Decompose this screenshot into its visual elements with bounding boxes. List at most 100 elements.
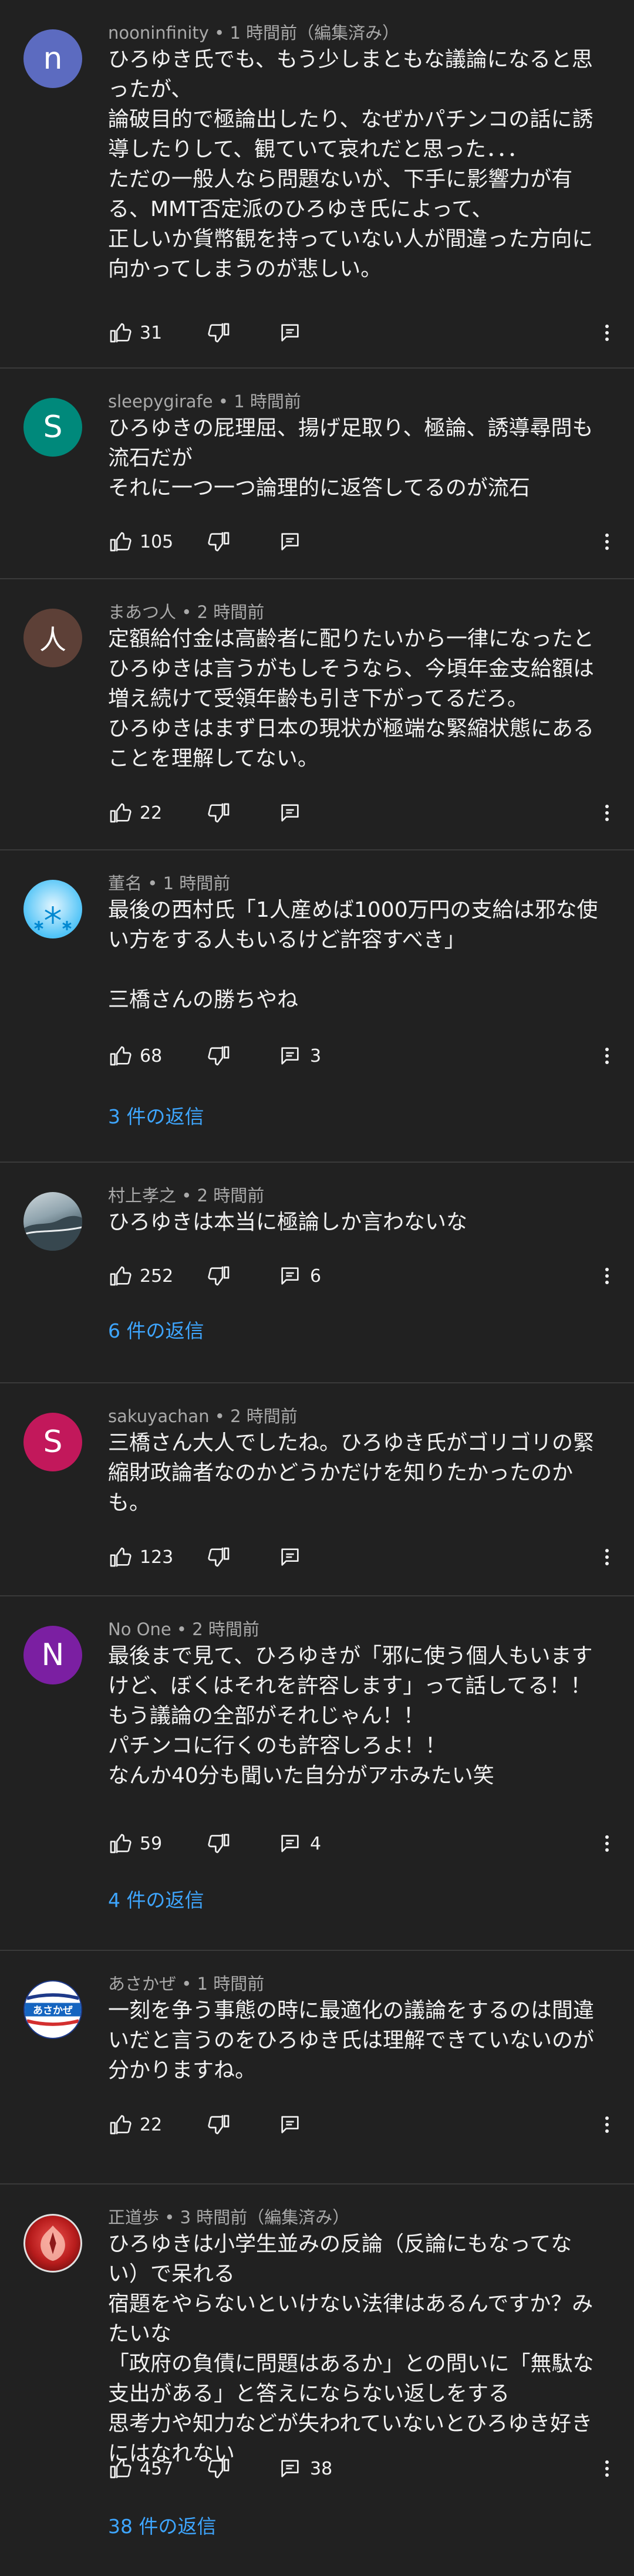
like-button[interactable]: 105 (108, 524, 208, 559)
like-button[interactable]: 31 (108, 315, 208, 350)
like-button[interactable]: 252 (108, 1258, 208, 1294)
comment-body: 正道歩 • 3 時間前（編集済み） ひろゆきは小学生並みの反論（反論にもなってな… (108, 2206, 599, 2469)
comment-actions: 457 38 (108, 2451, 332, 2486)
dislike-button[interactable] (208, 1258, 278, 1294)
thumbs-up-icon (110, 1834, 131, 1853)
avatar[interactable] (23, 2214, 82, 2273)
comment-body: sakuyachan • 2 時間前 三橋さん大人でしたね。ひろゆき氏がゴリゴリ… (108, 1405, 599, 1518)
more-options-button[interactable] (595, 315, 619, 350)
more-vert-icon (605, 805, 609, 821)
view-replies-link[interactable]: 3 件の返信 (108, 1104, 204, 1130)
dislike-button[interactable] (208, 2107, 278, 2142)
avatar[interactable]: S (23, 1413, 82, 1471)
comment-actions: 252 6 (108, 1258, 321, 1294)
comment-meta: 董名 • 1 時間前 (108, 873, 231, 893)
avatar[interactable]: S (23, 398, 82, 457)
comment: S sakuyachan • 2 時間前 三橋さん大人でしたね。ひろゆき氏がゴリ… (0, 1383, 634, 1596)
comment-text: 三橋さん大人でしたね。ひろゆき氏がゴリゴリの緊縮財政論者なのかどうかだけを知りた… (108, 1431, 595, 1515)
view-replies-link[interactable]: 4 件の返信 (108, 1888, 204, 1913)
author-name[interactable]: sakuyachan (108, 1406, 210, 1426)
like-button[interactable]: 22 (108, 2107, 208, 2142)
reply-button[interactable]: 6 (278, 1258, 321, 1294)
dislike-button[interactable] (208, 524, 278, 559)
thumbs-up-icon (110, 532, 131, 552)
more-options-button[interactable] (595, 1539, 619, 1575)
like-button[interactable]: 123 (108, 1539, 208, 1575)
avatar[interactable]: 人 (23, 609, 82, 667)
comment-body: 村上孝之 • 2 時間前 ひろゆきは本当に極論しか言わないな (108, 1184, 599, 1237)
author-name[interactable]: No One (108, 1619, 171, 1639)
comment-text: ひろゆきは小学生並みの反論（反論にもなってない）で呆れる 宿題をやらないといけな… (108, 2232, 594, 2466)
comment-actions: 22 (108, 2107, 310, 2142)
author-name[interactable]: あさかぜ (108, 1974, 176, 1994)
reply-icon (281, 1267, 299, 1285)
timestamp[interactable]: 2 時間前 (230, 1406, 298, 1426)
comment-text: 定額給付金は高齢者に配りたいから一律になったとひろゆきは言うがもしそうなら、今頃… (108, 627, 595, 771)
author-name[interactable]: nooninfinity (108, 23, 209, 43)
thumbs-down-icon (208, 323, 230, 343)
like-button[interactable]: 59 (108, 1826, 208, 1861)
dislike-button[interactable] (208, 1539, 278, 1575)
more-options-button[interactable] (595, 2107, 619, 2142)
more-vert-icon (605, 325, 609, 341)
reply-button[interactable]: 3 (278, 1038, 321, 1073)
more-options-button[interactable] (595, 524, 619, 559)
avatar[interactable] (23, 880, 82, 938)
dislike-button[interactable] (208, 1826, 278, 1861)
more-options-button[interactable] (595, 1038, 619, 1073)
reply-button[interactable] (278, 795, 310, 830)
timestamp[interactable]: 3 時間前（編集済み） (180, 2207, 350, 2227)
reply-icon (281, 324, 299, 342)
avatar-letter: n (43, 41, 63, 76)
author-name[interactable]: 董名 (108, 873, 142, 893)
dislike-button[interactable] (208, 1038, 278, 1073)
more-options-button[interactable] (595, 2451, 619, 2486)
reply-button[interactable] (278, 524, 310, 559)
comment-actions: 22 (108, 795, 310, 830)
reply-count: 6 (310, 1265, 322, 1287)
avatar[interactable] (23, 1192, 82, 1251)
reply-count: 3 (310, 1045, 322, 1066)
thumbs-down-icon (208, 1266, 230, 1286)
like-button[interactable]: 457 (108, 2451, 208, 2486)
more-vert-icon (605, 534, 609, 550)
author-name[interactable]: まあつ人 (108, 602, 176, 622)
comment-text: ひろゆきの屁理屈、揚げ足取り、極論、誘導尋問も流石だが それに一つ一つ論理的に返… (108, 416, 593, 500)
like-button[interactable]: 22 (108, 795, 208, 830)
comment-meta: 村上孝之 • 2 時間前 (108, 1186, 265, 1206)
reply-button[interactable]: 4 (278, 1826, 321, 1861)
dislike-button[interactable] (208, 2451, 278, 2486)
dislike-button[interactable] (208, 795, 278, 830)
comment-actions: 31 (108, 315, 310, 350)
avatar[interactable]: n (23, 29, 82, 88)
view-replies-link[interactable]: 38 件の返信 (108, 2514, 216, 2540)
reply-icon (281, 1548, 299, 1566)
timestamp[interactable]: 1 時間前（編集済み） (230, 23, 399, 43)
timestamp[interactable]: 2 時間前 (197, 1186, 265, 1206)
thumbs-down-icon (208, 1834, 230, 1853)
reply-count: 4 (310, 1833, 322, 1854)
timestamp[interactable]: 2 時間前 (192, 1619, 259, 1639)
reply-button[interactable]: 38 (278, 2451, 332, 2486)
snowflake-icon (34, 906, 72, 930)
author-name[interactable]: 正道歩 (108, 2207, 159, 2227)
like-button[interactable]: 68 (108, 1038, 208, 1073)
thumbs-up-icon (110, 803, 131, 823)
avatar[interactable]: あさかぜ (23, 1980, 82, 2039)
more-options-button[interactable] (595, 795, 619, 830)
avatar[interactable]: N (23, 1626, 82, 1684)
dislike-button[interactable] (208, 315, 278, 350)
view-replies-link[interactable]: 6 件の返信 (108, 1318, 204, 1344)
reply-button[interactable] (278, 2107, 310, 2142)
like-count: 68 (140, 1045, 163, 1066)
timestamp[interactable]: 1 時間前 (197, 1974, 265, 1994)
more-options-button[interactable] (595, 1826, 619, 1861)
author-name[interactable]: 村上孝之 (108, 1186, 176, 1206)
reply-button[interactable] (278, 315, 310, 350)
timestamp[interactable]: 1 時間前 (163, 873, 231, 893)
timestamp[interactable]: 1 時間前 (234, 391, 301, 411)
more-options-button[interactable] (595, 1258, 619, 1294)
reply-button[interactable] (278, 1539, 310, 1575)
author-name[interactable]: sleepygirafe (108, 391, 213, 411)
timestamp[interactable]: 2 時間前 (197, 602, 265, 622)
